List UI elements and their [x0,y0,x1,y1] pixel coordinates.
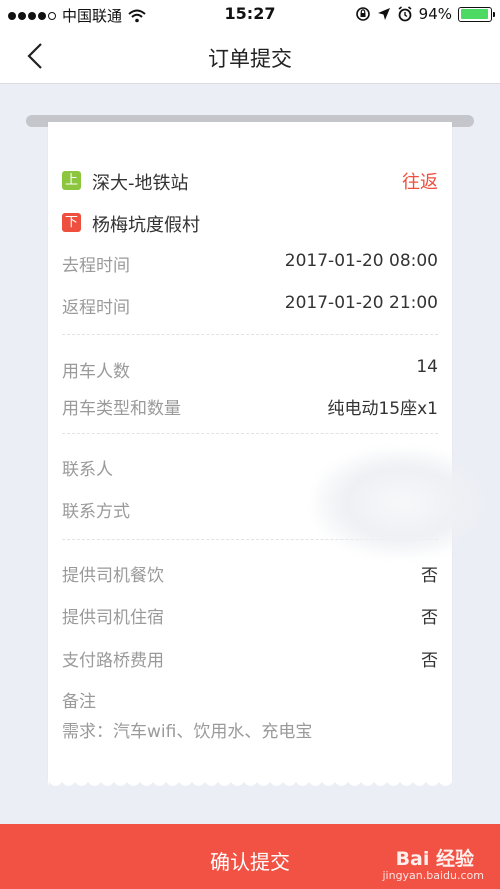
remarks-label: 备注 [62,692,96,712]
road-toll-value: 否 [421,651,438,671]
ticket-edge [48,776,452,786]
page-title: 订单提交 [208,47,292,71]
remarks-text: 需求：汽车wifi、饮用水、充电宝 [62,722,313,742]
vehicle-type-label: 用车类型和数量 [62,399,181,419]
redacted-contact-info [312,448,492,558]
passengers-value: 14 [416,357,438,377]
orientation-lock-icon [355,7,370,21]
status-bar: 中国联通 15:27 94% [0,0,500,28]
boarding-stop-row: 上 深大-地铁站 往返 [62,169,438,194]
status-right: 94% [355,5,495,23]
return-time-row: 返程时间 2017-01-20 21:00 [62,293,438,318]
trip-type-badge: 往返 [402,172,438,193]
driver-lodging-row: 提供司机住宿 否 [62,603,438,628]
contact-phone-label: 联系方式 [62,502,130,522]
road-toll-label: 支付路桥费用 [62,651,164,671]
boarding-tag: 上 [62,171,81,190]
alighting-stop-row: 下 杨梅坑度假村 [62,211,438,236]
boarding-stop: 深大-地铁站 [92,173,189,194]
vehicle-type-value: 纯电动15座x1 [327,399,438,419]
driver-meals-label: 提供司机餐饮 [62,566,164,586]
vehicle-type-row: 用车类型和数量 纯电动15座x1 [62,394,438,419]
road-toll-row: 支付路桥费用 否 [62,646,438,671]
section-divider [62,433,438,434]
departure-time-value: 2017-01-20 08:00 [284,251,438,271]
return-time-value: 2017-01-20 21:00 [284,293,438,313]
return-time-label: 返程时间 [62,298,130,318]
battery-icon [458,6,495,22]
departure-time-row: 去程时间 2017-01-20 08:00 [62,251,438,276]
watermark-logo: Bai 经验 [395,848,474,870]
navigation-bar: 订单提交 [0,28,500,84]
driver-lodging-label: 提供司机住宿 [62,608,164,628]
location-arrow-icon [377,8,390,20]
alighting-stop: 杨梅坑度假村 [92,215,200,236]
submit-button[interactable]: 确认提交 Bai 经验 jingyan.baidu.com [0,824,500,889]
alighting-tag: 下 [62,213,81,232]
driver-meals-value: 否 [421,566,438,586]
watermark-url: jingyan.baidu.com [382,869,484,882]
passengers-row: 用车人数 14 [62,357,438,382]
alarm-icon [398,6,412,22]
section-divider [62,334,438,335]
driver-meals-row: 提供司机餐饮 否 [62,561,438,586]
passengers-label: 用车人数 [62,362,130,382]
driver-lodging-value: 否 [421,608,438,628]
contact-name-label: 联系人 [62,460,113,480]
departure-time-label: 去程时间 [62,256,130,276]
battery-percent: 94% [418,5,452,23]
